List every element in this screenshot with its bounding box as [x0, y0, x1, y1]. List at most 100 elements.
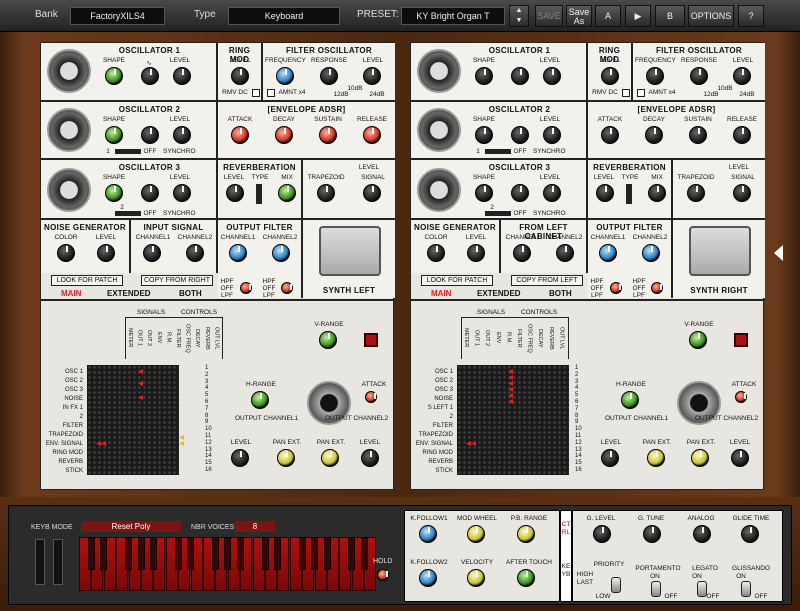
r-osc1-level-knob[interactable] [543, 67, 561, 85]
r-trapezoid-knob[interactable] [687, 184, 705, 202]
filter-response-knob[interactable] [320, 67, 338, 85]
r-osc2-level-knob[interactable] [543, 126, 561, 144]
outf-ch2-knob[interactable] [272, 244, 290, 262]
r-attack-knob[interactable] [601, 126, 619, 144]
copy-from-left-button[interactable]: COPY FROM LEFT [511, 275, 583, 286]
glevel-knob[interactable] [593, 525, 611, 543]
piano-keys[interactable] [79, 537, 379, 591]
play-icon[interactable]: ▶ [625, 5, 651, 27]
portamento-switch[interactable] [651, 581, 661, 597]
velocity-knob[interactable] [467, 569, 485, 587]
r-tab-both[interactable]: BOTH [549, 289, 572, 298]
ringmod-level-knob[interactable] [231, 67, 249, 85]
osc2-shape-knob[interactable] [105, 126, 123, 144]
r-osc2-shape-knob[interactable] [475, 126, 493, 144]
r-pan-ext2-knob[interactable] [691, 449, 709, 467]
r-rmv-dc-checkbox[interactable] [622, 89, 630, 97]
black-key[interactable] [360, 537, 368, 570]
outf-ch1-knob[interactable] [229, 244, 247, 262]
black-key[interactable] [224, 537, 232, 570]
r-hrange-knob[interactable] [621, 391, 639, 409]
osc1-wave-knob[interactable] [141, 67, 159, 85]
r-patch-matrix[interactable] [457, 365, 569, 475]
amnt-checkbox[interactable] [267, 89, 275, 97]
rmv-dc-checkbox[interactable] [252, 89, 260, 97]
r-osc2-sync-slider[interactable] [485, 149, 511, 154]
osc3-sync-slider[interactable] [115, 211, 141, 216]
filter-level-knob[interactable] [363, 67, 381, 85]
r-amnt-checkbox[interactable] [637, 89, 645, 97]
r-ringmod-level-knob[interactable] [601, 67, 619, 85]
r-vrange-knob[interactable] [689, 331, 707, 349]
mod-wheel[interactable] [53, 539, 63, 585]
black-key[interactable] [212, 537, 219, 570]
r-out-level2-knob[interactable] [731, 449, 749, 467]
black-key[interactable] [348, 537, 356, 570]
kfollow1-knob[interactable] [419, 525, 437, 543]
legato-switch[interactable] [697, 581, 707, 597]
reverb-level-knob[interactable] [226, 184, 244, 202]
glissando-switch[interactable] [741, 581, 751, 597]
release-knob[interactable] [363, 126, 381, 144]
black-key[interactable] [137, 537, 145, 570]
r-input-ch2-knob[interactable] [556, 244, 574, 262]
r-osc1-range-knob[interactable] [417, 49, 461, 93]
glide-knob[interactable] [741, 525, 759, 543]
tab-both[interactable]: BOTH [179, 289, 202, 298]
options-button[interactable]: OPTIONS [688, 5, 734, 27]
r-outf-ch1-mode-switch[interactable] [610, 282, 622, 294]
a-button[interactable]: A [595, 5, 621, 27]
black-key[interactable] [100, 537, 108, 570]
r-decay-knob[interactable] [645, 126, 663, 144]
hrange-knob[interactable] [251, 391, 269, 409]
attack-knob[interactable] [231, 126, 249, 144]
reverb-mix-knob[interactable] [278, 184, 296, 202]
help-button[interactable]: ? [738, 5, 764, 27]
r-reverb-level-knob[interactable] [596, 184, 614, 202]
save-button[interactable]: SAVE [535, 5, 563, 27]
r-outf-ch2-knob[interactable] [642, 244, 660, 262]
keyb-tab[interactable]: KEYB [561, 563, 571, 579]
osc3-shape-knob[interactable] [105, 184, 123, 202]
r-noise-level-knob[interactable] [467, 244, 485, 262]
expand-arrow-icon[interactable] [774, 245, 783, 261]
patch-matrix[interactable] [87, 365, 179, 475]
r-filter-frequency-knob[interactable] [646, 67, 664, 85]
preset-name-field[interactable]: KY Bright Organ T [401, 7, 505, 25]
r-osc3-sync-slider[interactable] [485, 211, 511, 216]
outf-ch2-mode-switch[interactable] [281, 282, 293, 294]
matrix-pin[interactable] [179, 435, 184, 440]
hold-button[interactable] [377, 569, 389, 581]
r-outf-ch1-knob[interactable] [599, 244, 617, 262]
r-osc2-wave-knob[interactable] [511, 126, 529, 144]
save-as-button[interactable]: Save As [566, 5, 592, 27]
preset-bank-field[interactable]: FactoryXILS4 [70, 7, 165, 25]
r-out-level-knob[interactable] [601, 449, 619, 467]
r-filter-response-knob[interactable] [690, 67, 708, 85]
preset-arrows[interactable]: ▲ ▼ [509, 5, 529, 27]
copy-from-right-button[interactable]: COPY FROM RIGHT [141, 275, 213, 286]
input-ch2-knob[interactable] [186, 244, 204, 262]
osc2-sync-slider[interactable] [115, 149, 141, 154]
r-tab-extended[interactable]: EXTENDED [477, 289, 521, 298]
r-osc1-wave-knob[interactable] [511, 67, 529, 85]
ctrl-tab[interactable]: CTRL [561, 521, 571, 537]
ctrl-keyb-switch[interactable]: CTRL KEYB [560, 510, 572, 602]
nbr-voices-field[interactable]: 8 [235, 521, 275, 532]
vrange-knob[interactable] [319, 331, 337, 349]
black-key[interactable] [150, 537, 157, 570]
black-key[interactable] [298, 537, 306, 570]
black-key[interactable] [88, 537, 95, 570]
r-osc3-range-knob[interactable] [417, 168, 461, 212]
type-label[interactable]: Type [194, 9, 216, 20]
tab-main[interactable]: MAIN [61, 289, 81, 298]
black-key[interactable] [236, 537, 244, 570]
black-key[interactable] [323, 537, 331, 570]
analog-knob[interactable] [693, 525, 711, 543]
b-button[interactable]: B [655, 5, 685, 27]
r-osc2-range-knob[interactable] [417, 108, 461, 152]
r-input-ch1-knob[interactable] [513, 244, 531, 262]
trapezoid-knob[interactable] [317, 184, 335, 202]
black-key[interactable] [274, 537, 281, 570]
pan-ext2-knob[interactable] [321, 449, 339, 467]
